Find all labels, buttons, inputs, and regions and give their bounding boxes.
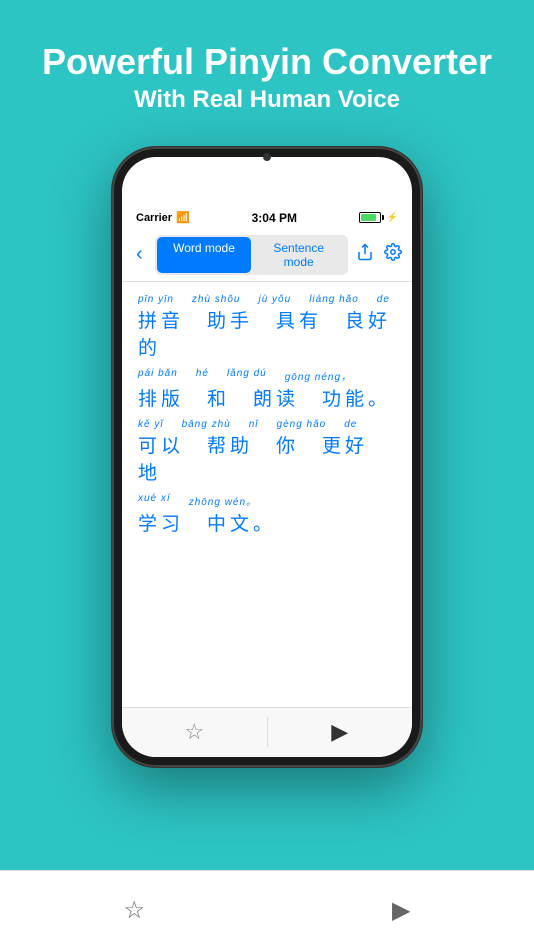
status-time: 3:04 PM	[252, 211, 297, 225]
content-block-1: pīn yīn zhù shǒu jù yǒu liáng hǎo de 拼音 …	[138, 294, 396, 360]
lightning-icon: ⚡	[387, 212, 398, 223]
play-tab-icon: ▶	[392, 896, 410, 925]
content-block-3: kě yǐ bāng zhù nǐ gèng hǎo de 可以 帮助 你 更好…	[138, 419, 396, 485]
star-icon: ☆	[184, 719, 204, 745]
star-tab-icon: ☆	[124, 896, 146, 925]
pinyin-line-1: pīn yīn zhù shǒu jù yǒu liáng hǎo de	[138, 294, 396, 305]
content-area: pīn yīn zhù shǒu jù yǒu liáng hǎo de 拼音 …	[122, 282, 412, 707]
app-bottom-tabs: ☆ ▶	[0, 870, 534, 950]
favorite-button[interactable]: ☆	[122, 708, 267, 757]
pinyin-line-2: pái bǎn hé lǎng dú gōng néng，	[138, 368, 396, 383]
status-carrier: Carrier 📶	[136, 211, 190, 224]
phone-mockup: Carrier 📶 3:04 PM ⚡ ‹	[112, 147, 422, 767]
content-block-4: xué xí zhōng wén。 学习 中文。	[138, 493, 396, 536]
play-icon: ▶	[331, 719, 348, 745]
app-header: Powerful Pinyin Converter With Real Huma…	[42, 0, 492, 137]
phone-bottom-bar: ☆ ▶	[122, 707, 412, 757]
header-title-line2: With Real Human Voice	[42, 83, 492, 117]
chinese-line-4: 学习 中文。	[138, 509, 396, 536]
battery-tip	[382, 215, 384, 220]
content-block-2: pái bǎn hé lǎng dú gōng néng， 排版 和 朗读 功能…	[138, 368, 396, 411]
chinese-line-3: 可以 帮助 你 更好 地	[138, 431, 396, 485]
settings-button[interactable]	[384, 243, 402, 266]
battery-fill	[361, 214, 376, 221]
play-button[interactable]: ▶	[268, 708, 413, 757]
status-bar: Carrier 📶 3:04 PM ⚡	[122, 207, 412, 229]
pinyin-line-3: kě yǐ bāng zhù nǐ gèng hǎo de	[138, 419, 396, 430]
mode-segmented-control: Word mode Sentence mode	[155, 235, 348, 275]
tab-favorites[interactable]: ☆	[124, 896, 146, 925]
status-battery: ⚡	[359, 212, 398, 223]
share-button[interactable]	[356, 243, 374, 266]
back-button[interactable]: ‹	[132, 243, 147, 266]
camera	[263, 153, 271, 161]
pinyin-line-4: xué xí zhōng wén。	[138, 493, 396, 508]
header-title-line1: Powerful Pinyin Converter	[42, 40, 492, 83]
sentence-mode-button[interactable]: Sentence mode	[251, 237, 346, 273]
toolbar-icons	[356, 243, 402, 266]
chinese-line-2: 排版 和 朗读 功能。	[138, 384, 396, 411]
phone-screen: Carrier 📶 3:04 PM ⚡ ‹	[122, 157, 412, 757]
wifi-icon: 📶	[176, 211, 190, 224]
word-mode-button[interactable]: Word mode	[157, 237, 252, 273]
tab-play[interactable]: ▶	[392, 896, 410, 925]
toolbar: ‹ Word mode Sentence mode	[122, 229, 412, 282]
chinese-line-1: 拼音 助手 具有 良好 的	[138, 306, 396, 360]
phone-frame: Carrier 📶 3:04 PM ⚡ ‹	[112, 147, 422, 767]
battery-icon	[359, 212, 381, 223]
